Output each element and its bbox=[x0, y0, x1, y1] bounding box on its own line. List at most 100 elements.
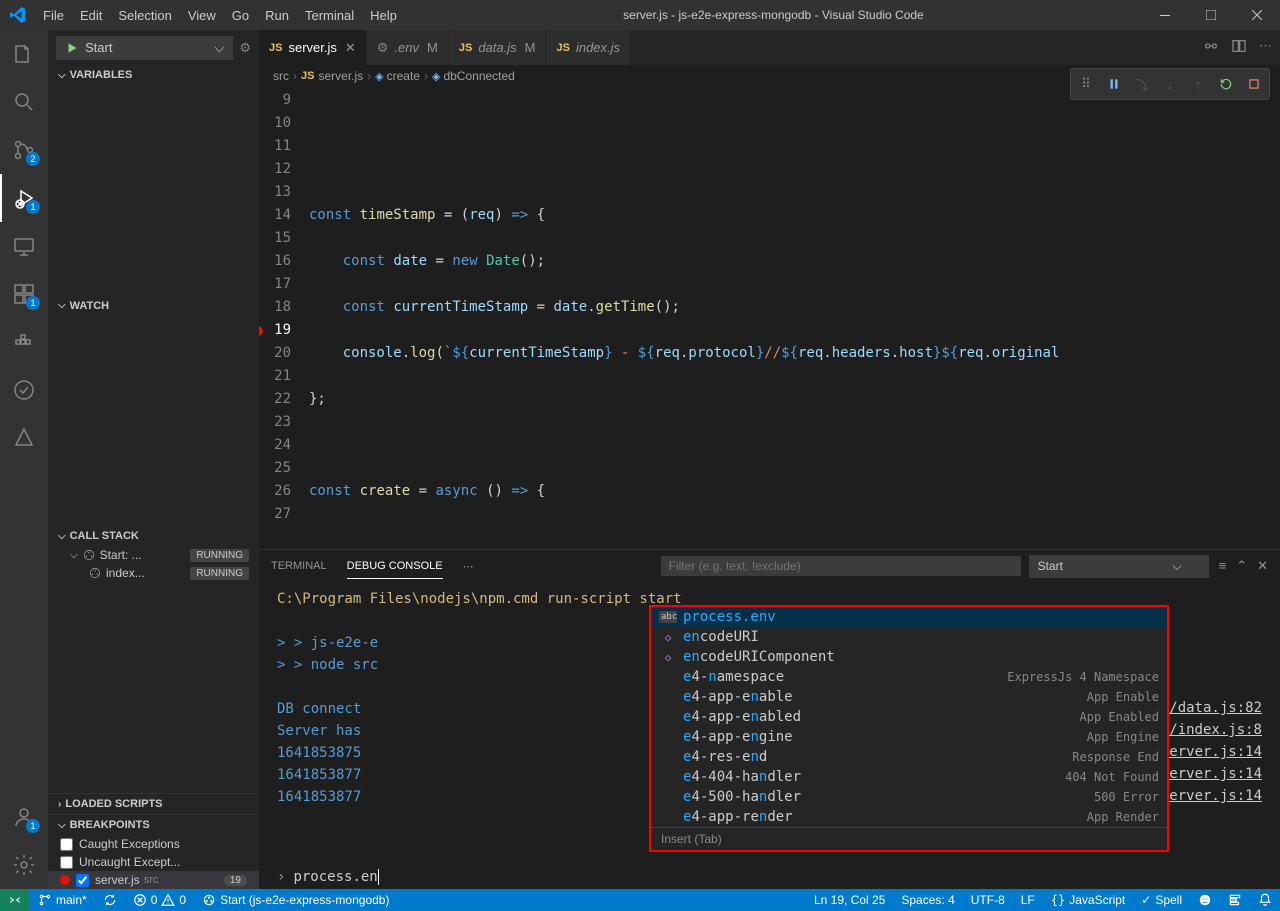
ac-item[interactable]: e4-app-enableApp Enable bbox=[651, 687, 1167, 707]
ac-item[interactable]: e4-app-renderApp Render bbox=[651, 807, 1167, 827]
panel-tab-debug-console[interactable]: DEBUG CONSOLE bbox=[347, 554, 443, 579]
gear-icon[interactable]: ⚙ bbox=[239, 40, 251, 56]
sidebar: Start ⌵ ⚙ ⌵VARIABLES ⌵WATCH ⌵CALL STACK … bbox=[48, 30, 259, 889]
close-button[interactable] bbox=[1234, 0, 1280, 30]
debug-start-dropdown[interactable]: Start ⌵ bbox=[56, 36, 233, 60]
activity-azure[interactable] bbox=[0, 414, 48, 462]
chevron-down-icon: ⌵ bbox=[1172, 559, 1181, 574]
eol[interactable]: LF bbox=[1013, 893, 1043, 907]
sync-button[interactable] bbox=[95, 893, 125, 907]
activity-remote[interactable] bbox=[0, 222, 48, 270]
menu-selection[interactable]: Selection bbox=[110, 2, 179, 29]
section-callstack[interactable]: ⌵CALL STACK bbox=[48, 526, 259, 546]
step-out-icon[interactable]: ↑ bbox=[1187, 73, 1209, 95]
ac-item[interactable]: e4-404-handler404 Not Found bbox=[651, 767, 1167, 787]
restart-icon[interactable] bbox=[1215, 73, 1237, 95]
menu-edit[interactable]: Edit bbox=[72, 2, 110, 29]
debug-session-label[interactable]: Start (js-e2e-express-mongodb) bbox=[194, 893, 397, 907]
debug-toolbar: ⠿ ⤵ ↓ ↑ bbox=[1070, 68, 1270, 100]
minimap[interactable] bbox=[1180, 157, 1280, 549]
bp-checkbox[interactable] bbox=[60, 856, 73, 869]
bp-checkbox[interactable] bbox=[60, 838, 73, 851]
spell-check[interactable]: ✓ Spell bbox=[1133, 893, 1190, 907]
maximize-button[interactable] bbox=[1188, 0, 1234, 30]
menu-file[interactable]: File bbox=[35, 2, 72, 29]
section-breakpoints[interactable]: ⌵BREAKPOINTS bbox=[48, 814, 259, 835]
ac-item[interactable]: ◇encodeURI bbox=[651, 627, 1167, 647]
callstack-item[interactable]: index... RUNNING bbox=[48, 564, 259, 582]
stop-icon[interactable] bbox=[1243, 73, 1265, 95]
ac-item[interactable]: ◇encodeURIComponent bbox=[651, 647, 1167, 667]
tab-server-js[interactable]: JSserver.js✕ bbox=[259, 30, 367, 65]
ac-item[interactable]: e4-app-enabledApp Enabled bbox=[651, 707, 1167, 727]
editor-area: JSserver.js✕ ⚙.envM JSdata.jsM JSindex.j… bbox=[259, 30, 1280, 889]
split-icon[interactable] bbox=[1231, 38, 1247, 57]
activity-extensions[interactable]: 1 bbox=[0, 270, 48, 318]
callstack-item[interactable]: ⌵ Start: ... RUNNING bbox=[48, 546, 259, 564]
repl-input[interactable]: › process.en bbox=[259, 865, 1280, 889]
bp-caught[interactable]: Caught Exceptions bbox=[48, 835, 259, 853]
menu-view[interactable]: View bbox=[180, 2, 224, 29]
ac-item[interactable]: abcprocess.env bbox=[651, 607, 1167, 627]
activity-debug[interactable]: 1 bbox=[0, 174, 48, 222]
bp-file[interactable]: server.jssrc19 bbox=[48, 871, 259, 889]
ac-item[interactable]: e4-app-engineApp Engine bbox=[651, 727, 1167, 747]
close-icon[interactable]: ✕ bbox=[1257, 558, 1268, 574]
text-icon: abc bbox=[659, 611, 677, 623]
panel-more[interactable]: ⋯ bbox=[463, 554, 474, 579]
language-mode[interactable]: {} JavaScript bbox=[1043, 893, 1133, 907]
pause-icon[interactable] bbox=[1103, 73, 1125, 95]
section-variables[interactable]: ⌵VARIABLES bbox=[48, 65, 259, 85]
feedback-icon[interactable] bbox=[1190, 893, 1220, 907]
activity-scm[interactable]: 2 bbox=[0, 126, 48, 174]
section-watch[interactable]: ⌵WATCH bbox=[48, 296, 259, 316]
panel-tab-terminal[interactable]: TERMINAL bbox=[271, 554, 327, 578]
scm-badge: 2 bbox=[26, 152, 40, 166]
remote-indicator[interactable] bbox=[0, 889, 30, 911]
bp-checkbox[interactable] bbox=[76, 874, 89, 887]
ac-item[interactable]: e4-namespaceExpressJs 4 Namespace bbox=[651, 667, 1167, 687]
cursor-position[interactable]: Ln 19, Col 25 bbox=[806, 893, 893, 907]
section-loaded-scripts[interactable]: ›LOADED SCRIPTS bbox=[48, 793, 259, 814]
close-icon[interactable]: ✕ bbox=[345, 40, 356, 56]
menu-go[interactable]: Go bbox=[224, 2, 257, 29]
menu-help[interactable]: Help bbox=[362, 2, 405, 29]
ext-badge: 1 bbox=[26, 296, 40, 310]
notifications-icon[interactable] bbox=[1250, 893, 1280, 907]
activity-testing[interactable] bbox=[0, 366, 48, 414]
method-icon: ◈ bbox=[375, 70, 383, 83]
bp-uncaught[interactable]: Uncaught Except... bbox=[48, 853, 259, 871]
minimize-button[interactable] bbox=[1142, 0, 1188, 30]
indentation[interactable]: Spaces: 4 bbox=[893, 893, 962, 907]
git-branch[interactable]: main* bbox=[30, 893, 95, 907]
encoding[interactable]: UTF-8 bbox=[963, 893, 1013, 907]
console-filter-input[interactable] bbox=[661, 556, 1021, 576]
step-over-icon[interactable]: ⤵ bbox=[1131, 73, 1153, 95]
problems-indicator[interactable]: 0 0 bbox=[125, 893, 194, 907]
drag-handle-icon[interactable]: ⠿ bbox=[1075, 73, 1097, 95]
ac-item[interactable]: e4-res-endResponse End bbox=[651, 747, 1167, 767]
activity-docker[interactable] bbox=[0, 318, 48, 366]
activity-account[interactable]: 1 bbox=[0, 793, 48, 841]
js-icon: JS bbox=[556, 42, 569, 54]
prettier-icon[interactable] bbox=[1220, 893, 1250, 907]
compare-icon[interactable] bbox=[1203, 38, 1219, 57]
vscode-icon bbox=[0, 7, 35, 23]
more-icon[interactable]: ⋯ bbox=[1259, 38, 1272, 57]
menu-run[interactable]: Run bbox=[257, 2, 297, 29]
code-editor[interactable]: 9101112131415161718192021222324252627 co… bbox=[259, 87, 1280, 549]
bottom-panel: TERMINAL DEBUG CONSOLE ⋯ Start⌵ ≡ ⌃ ✕ C:… bbox=[259, 549, 1280, 889]
tab-env[interactable]: ⚙.envM bbox=[367, 30, 449, 65]
chevron-up-icon[interactable]: ⌃ bbox=[1236, 558, 1247, 574]
tab-data-js[interactable]: JSdata.jsM bbox=[449, 30, 547, 65]
tab-index-js[interactable]: JSindex.js bbox=[546, 30, 631, 65]
activity-search[interactable] bbox=[0, 78, 48, 126]
console-session-select[interactable]: Start⌵ bbox=[1029, 555, 1209, 578]
method-icon: ◇ bbox=[659, 651, 677, 664]
step-into-icon[interactable]: ↓ bbox=[1159, 73, 1181, 95]
menu-terminal[interactable]: Terminal bbox=[297, 2, 362, 29]
ac-item[interactable]: e4-500-handler500 Error bbox=[651, 787, 1167, 807]
activity-explorer[interactable] bbox=[0, 30, 48, 78]
activity-settings[interactable] bbox=[0, 841, 48, 889]
filter-icon[interactable]: ≡ bbox=[1219, 558, 1227, 574]
